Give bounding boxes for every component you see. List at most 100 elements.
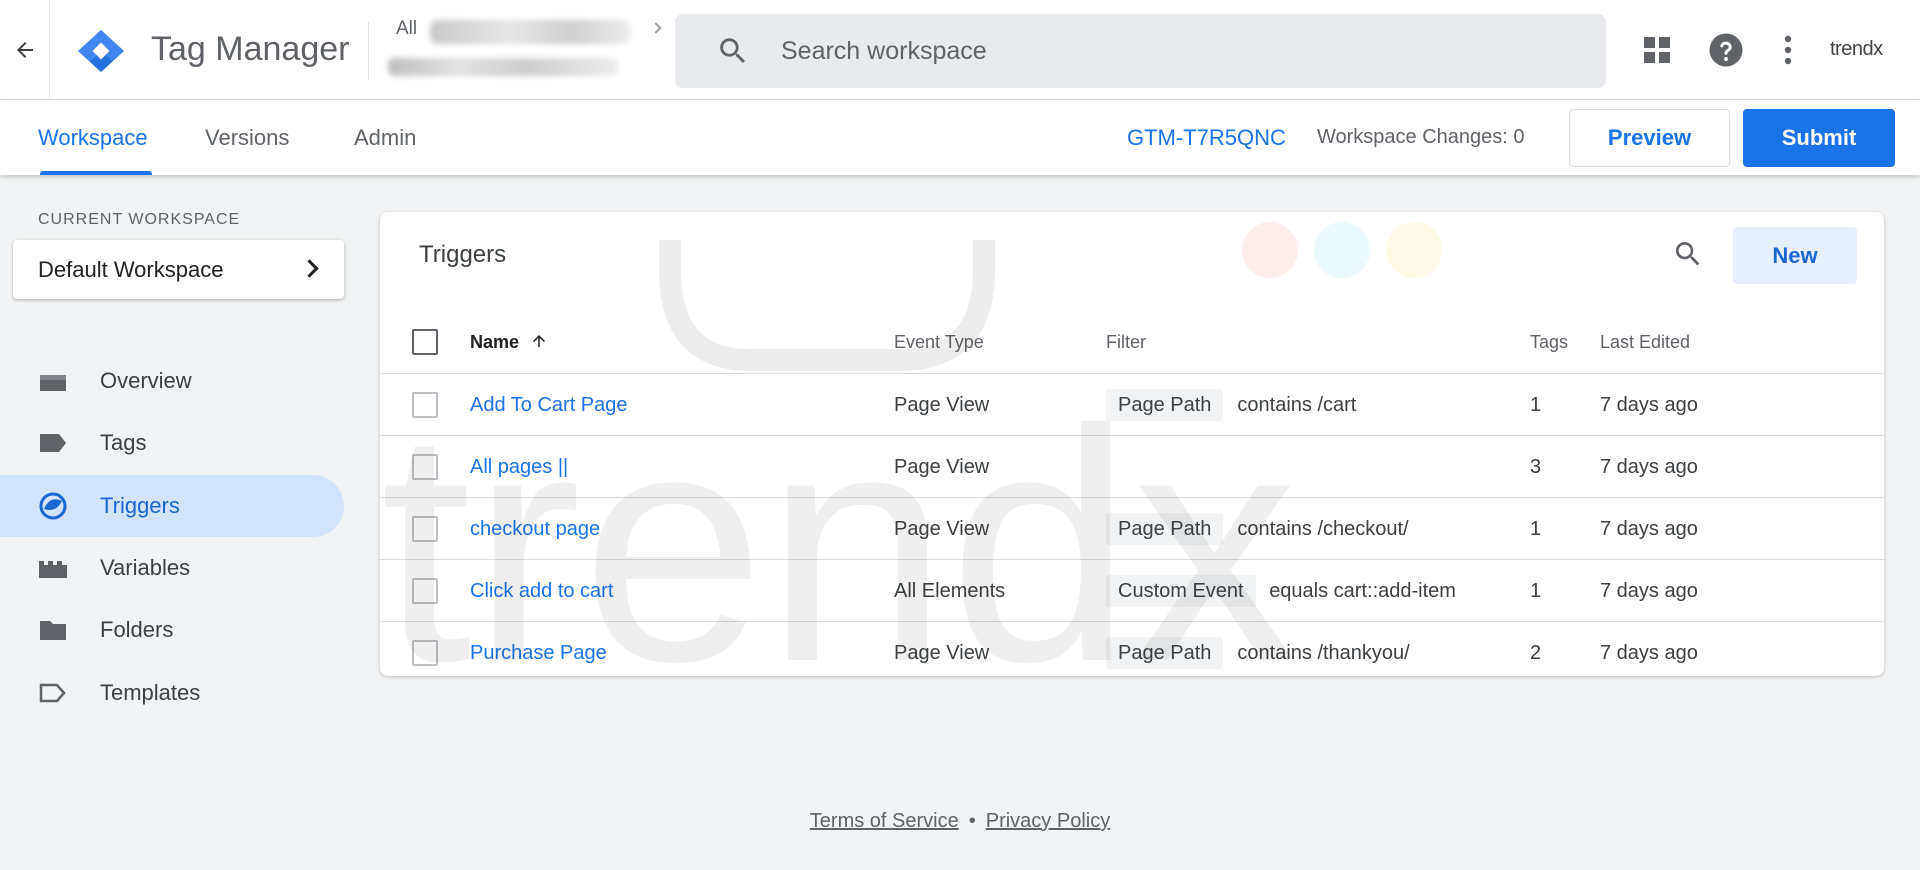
filter-condition: contains /cart xyxy=(1237,394,1357,416)
tags-count: 1 xyxy=(1530,394,1542,416)
column-header-tags[interactable]: Tags xyxy=(1530,332,1568,353)
account-prefix: All xyxy=(396,18,418,39)
sidebar-item-label: Triggers xyxy=(100,493,180,518)
table-header: Name Event Type Filter Tags Last Edited xyxy=(380,310,1884,374)
preview-button[interactable]: Preview xyxy=(1569,109,1730,167)
search-workspace-box[interactable] xyxy=(675,14,1606,88)
column-header-filter[interactable]: Filter xyxy=(1106,332,1146,353)
column-header-name[interactable]: Name xyxy=(470,332,548,353)
active-tab-indicator xyxy=(40,171,152,175)
filter-variable-chip: Page Path xyxy=(1106,637,1224,669)
current-workspace-label: CURRENT WORKSPACE xyxy=(38,211,241,228)
top-app-bar: Tag Manager All trendx xyxy=(0,0,1920,100)
sidebar-item-triggers[interactable]: Triggers xyxy=(0,475,344,537)
trigger-name-link[interactable]: checkout page xyxy=(470,498,600,560)
arrow-upward-icon xyxy=(533,335,546,347)
event-type: Page View xyxy=(894,642,990,664)
trigger-icon xyxy=(38,492,68,520)
row-checkbox[interactable] xyxy=(412,640,438,666)
privacy-policy-link[interactable]: Privacy Policy xyxy=(986,810,1110,832)
tag-manager-logo-icon xyxy=(78,30,124,72)
sidebar-item-folders[interactable]: Folders xyxy=(0,599,344,661)
submit-button[interactable]: Submit xyxy=(1743,109,1895,167)
trigger-name-link[interactable]: All pages || xyxy=(470,436,568,498)
workspace-name: Default Workspace xyxy=(38,256,224,282)
container-id-link[interactable]: GTM-T7R5QNC xyxy=(1127,100,1286,175)
back-button[interactable] xyxy=(0,0,50,100)
sidebar-item-label: Overview xyxy=(100,368,192,393)
sidebar-item-label: Folders xyxy=(100,617,174,642)
row-checkbox[interactable] xyxy=(412,578,438,604)
last-edited: 7 days ago xyxy=(1600,456,1698,478)
more-vert-icon[interactable] xyxy=(1766,28,1810,72)
app-title: Tag Manager xyxy=(151,30,350,68)
last-edited: 7 days ago xyxy=(1600,518,1698,540)
footer-separator: • xyxy=(968,810,976,832)
trigger-name-link[interactable]: Click add to cart xyxy=(470,560,613,622)
account-brand-avatar[interactable]: trendx xyxy=(1830,38,1883,61)
tags-count: 1 xyxy=(1530,518,1542,540)
briefcase-icon xyxy=(38,367,68,395)
tags-count: 1 xyxy=(1530,580,1542,602)
variables-icon xyxy=(38,554,68,582)
event-type: Page View xyxy=(894,518,990,540)
workspace-changes-count: Workspace Changes: 0 xyxy=(1317,126,1525,148)
card-title: Triggers xyxy=(419,241,507,268)
apps-grid-icon[interactable] xyxy=(1635,28,1679,72)
arrow-back-icon xyxy=(16,42,33,58)
chevron-right-icon xyxy=(300,259,319,278)
filter-condition: contains /checkout/ xyxy=(1237,518,1409,540)
row-checkbox[interactable] xyxy=(412,454,438,480)
filter-variable-chip: Page Path xyxy=(1106,389,1224,421)
workspace-selector[interactable]: Default Workspace xyxy=(13,240,344,299)
sidebar-item-overview[interactable]: Overview xyxy=(0,350,344,412)
tab-workspace[interactable]: Workspace xyxy=(38,100,148,175)
column-header-last-edited[interactable]: Last Edited xyxy=(1600,332,1690,353)
sidebar-item-tags[interactable]: Tags xyxy=(0,412,344,474)
search-icon xyxy=(715,33,751,69)
sidebar-item-label: Tags xyxy=(100,430,147,455)
event-type: Page View xyxy=(894,456,990,478)
tab-versions[interactable]: Versions xyxy=(205,100,289,175)
filter-variable-chip: Page Path xyxy=(1106,513,1224,545)
help-icon[interactable] xyxy=(1704,28,1748,72)
column-label: Name xyxy=(470,332,520,352)
column-header-event-type[interactable]: Event Type xyxy=(894,332,984,353)
sidebar-item-variables[interactable]: Variables xyxy=(0,537,344,599)
event-type: All Elements xyxy=(894,580,1006,602)
sidebar-item-templates[interactable]: Templates xyxy=(0,662,344,724)
sidebar-item-label: Templates xyxy=(100,680,201,705)
triggers-card: Triggers New Name Event Type Filter Tags… xyxy=(380,212,1884,676)
divider xyxy=(368,22,369,80)
new-trigger-button[interactable]: New xyxy=(1733,227,1857,284)
filter-condition: equals cart::add-item xyxy=(1269,580,1456,602)
redacted-account-name xyxy=(430,20,630,44)
redacted-container-name xyxy=(388,58,618,76)
filter-condition: contains /thankyou/ xyxy=(1237,642,1410,664)
last-edited: 7 days ago xyxy=(1600,394,1698,416)
tags-count: 3 xyxy=(1530,456,1542,478)
table-row[interactable]: checkout page Page View Page Path contains … xyxy=(380,498,1884,560)
folder-icon xyxy=(38,616,68,644)
select-all-checkbox[interactable] xyxy=(412,329,438,355)
last-edited: 7 days ago xyxy=(1600,642,1698,664)
filter-variable-chip: Custom Event xyxy=(1106,575,1256,607)
tags-count: 2 xyxy=(1530,642,1542,664)
row-checkbox[interactable] xyxy=(412,516,438,542)
table-row[interactable]: Add To Cart Page Page View Page Path contai… xyxy=(380,374,1884,436)
chevron-down-icon xyxy=(650,22,662,34)
account-container-selector[interactable]: All xyxy=(386,14,676,84)
tab-admin[interactable]: Admin xyxy=(354,100,416,175)
row-checkbox[interactable] xyxy=(412,392,438,418)
trigger-name-link[interactable]: Add To Cart Page xyxy=(470,374,628,436)
tag-icon xyxy=(38,429,68,457)
table-row[interactable]: Click add to cart All Elements Custom Even… xyxy=(380,560,1884,622)
table-row[interactable]: All pages || Page View 3 7 days ago xyxy=(380,436,1884,498)
footer: Terms of Service • Privacy Policy xyxy=(0,810,1920,833)
search-icon[interactable] xyxy=(1668,234,1708,274)
search-input[interactable] xyxy=(781,36,1561,66)
trigger-name-link[interactable]: Purchase Page xyxy=(470,622,607,676)
event-type: Page View xyxy=(894,394,990,416)
terms-of-service-link[interactable]: Terms of Service xyxy=(810,810,959,832)
table-row[interactable]: Purchase Page Page View Page Path contains … xyxy=(380,622,1884,676)
